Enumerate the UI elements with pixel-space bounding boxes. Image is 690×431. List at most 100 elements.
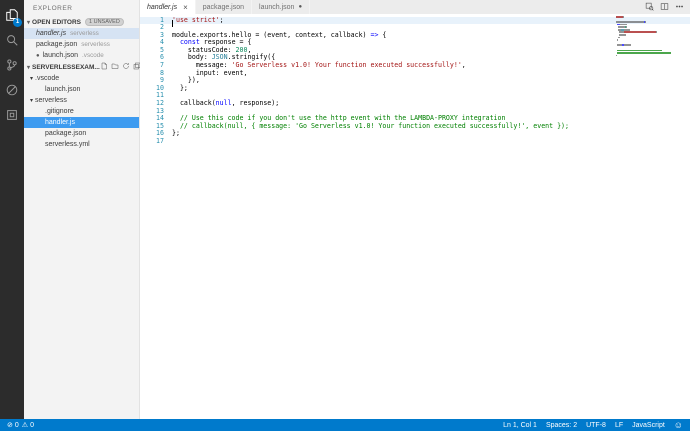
status-count: 0 [30, 421, 34, 429]
status-warnings[interactable]: ⚠ 0 [22, 422, 34, 429]
editor-actions [645, 0, 690, 14]
line-text: 'use strict'; [172, 15, 224, 24]
file-tree: ▾ .vscode launch.json ▾ serverless .gitignore… [24, 73, 139, 150]
tab-label: handler.js [147, 3, 178, 11]
code-line: 10 }; [140, 84, 690, 93]
status-indentation[interactable]: Spaces: 2 [546, 422, 577, 429]
minimap-line [616, 54, 678, 57]
tree-item-launch-json[interactable]: launch.json [24, 84, 139, 95]
tab-label: launch.json [259, 3, 295, 11]
open-editors-list: handler.js serverless package.json serverle… [24, 28, 139, 61]
folder-expanded-icon: ▾ [29, 98, 33, 104]
code-line: 12 callback(null, response); [140, 99, 690, 108]
tab-package-json[interactable]: package.json [195, 0, 253, 14]
line-text: input: event, [172, 68, 248, 77]
open-editor-item[interactable]: handler.js serverless [24, 28, 139, 39]
tree-item-handler-js[interactable]: handler.js [24, 117, 139, 128]
status-encoding[interactable]: UTF-8 [586, 422, 606, 429]
close-icon[interactable]: × [183, 3, 188, 12]
split-editor-icon[interactable] [660, 2, 669, 13]
new-file-icon[interactable] [100, 62, 108, 72]
open-editors-header[interactable]: ▾ OPEN EDITORS 1 UNSAVED [24, 16, 139, 28]
minimap-line [616, 57, 678, 59]
new-folder-icon[interactable] [111, 62, 119, 72]
tab-label: package.json [202, 3, 245, 11]
status-cursor-position[interactable]: Ln 1, Col 1 [503, 422, 537, 429]
minimap-line [616, 26, 678, 28]
code-line: 9 }), [140, 76, 690, 85]
line-number: 17 [156, 137, 164, 145]
chevron-down-icon: ▾ [27, 19, 31, 26]
tab-launch-json[interactable]: launch.json ● [252, 0, 311, 14]
open-editor-item[interactable]: ● launch.json .vscode [24, 50, 139, 61]
file-name: .gitignore [45, 108, 74, 115]
editor-area: handler.js × package.json launch.json ● 1'us… [140, 0, 690, 419]
file-name: serverless.yml [45, 141, 90, 148]
warning-triangle-icon: ⚠ [21, 421, 29, 429]
folder-section-label: SERVERLESSEXAM... [32, 63, 100, 71]
minimap-line [616, 31, 678, 34]
minimap-line [616, 16, 678, 18]
open-editors-count-badge: 1 [13, 18, 22, 27]
tabs-container: handler.js × package.json launch.json ● [140, 0, 311, 14]
code-editor[interactable]: 1'use strict'; 2 3 module.exports.hello = (… [140, 14, 690, 419]
open-preview-icon[interactable] [645, 2, 654, 13]
source-control-icon [5, 58, 19, 77]
line-text: }; [172, 129, 180, 138]
status-eol-sequence[interactable]: LF [615, 422, 623, 429]
minimap-line [616, 28, 678, 31]
status-bar-right: Ln 1, Col 1 Spaces: 2 UTF-8 LF JavaScript ☺ [503, 420, 683, 430]
search-icon [5, 33, 19, 52]
minimap-line [616, 19, 678, 21]
status-language-mode[interactable]: JavaScript [632, 422, 665, 429]
minimap[interactable] [616, 16, 678, 60]
open-editor-filename: package.json [36, 41, 78, 48]
open-editor-path: .vscode [82, 52, 104, 59]
minimap-line [616, 34, 678, 36]
code-line: 8 input: event, [140, 68, 690, 78]
activity-bar-item-source-control[interactable] [0, 55, 24, 80]
open-editor-item[interactable]: package.json serverless [24, 39, 139, 50]
status-errors[interactable]: ⊘ 0 [7, 422, 19, 429]
tab-bar: handler.js × package.json launch.json ● [140, 0, 690, 14]
refresh-icon[interactable] [122, 62, 130, 72]
tree-item--vscode[interactable]: ▾ .vscode [24, 73, 139, 84]
extensions-icon [5, 108, 19, 127]
activity-bar-item-extensions[interactable] [0, 105, 24, 130]
file-name: package.json [45, 130, 87, 137]
code-line: 17 [140, 137, 690, 146]
tree-item-serverless-yml[interactable]: serverless.yml [24, 139, 139, 150]
activity-bar-item-debug[interactable] [0, 80, 24, 105]
error-circle-icon: ⊘ [7, 421, 13, 429]
activity-bar-item-explorer[interactable]: 1 [0, 5, 24, 30]
file-name: handler.js [45, 119, 75, 126]
more-actions-icon[interactable] [675, 2, 684, 13]
code-content: 1'use strict'; 2 3 module.exports.hello = (… [140, 14, 690, 146]
line-text: // callback(null, { message: 'Go Serverl… [172, 121, 569, 130]
line-text: }), [172, 76, 200, 85]
open-editor-path: serverless [81, 41, 110, 48]
line-text [164, 138, 690, 146]
folder-name: serverless [35, 97, 67, 104]
chevron-down-icon: ▾ [27, 64, 31, 71]
tree-item-package-json[interactable]: package.json [24, 128, 139, 139]
code-line: 16}; [140, 130, 690, 138]
folder-section-header[interactable]: ▾ SERVERLESSEXAM... [24, 61, 141, 73]
code-line: 1'use strict'; [140, 15, 690, 27]
code-line: 15 // callback(null, { message: 'Go Serv… [140, 121, 690, 131]
minimap-line [616, 52, 678, 54]
dirty-dot-icon: ● [36, 52, 40, 59]
debug-icon [5, 83, 19, 102]
tree-item-serverless[interactable]: ▾ serverless [24, 95, 139, 106]
tab-handler-js[interactable]: handler.js × [140, 0, 196, 14]
smiley-icon[interactable]: ☺ [674, 420, 683, 430]
open-editor-path: serverless [70, 30, 99, 37]
dirty-dot-icon: ● [298, 4, 303, 10]
explorer-sidebar: EXPLORER ▾ OPEN EDITORS 1 UNSAVED handle… [24, 0, 141, 419]
activity-bar-item-search[interactable] [0, 30, 24, 55]
minimap-line [616, 39, 678, 41]
folder-expanded-icon: ▾ [29, 76, 33, 82]
minimap-line [616, 36, 678, 39]
minimap-line [616, 21, 678, 23]
tree-item--gitignore[interactable]: .gitignore [24, 106, 139, 117]
